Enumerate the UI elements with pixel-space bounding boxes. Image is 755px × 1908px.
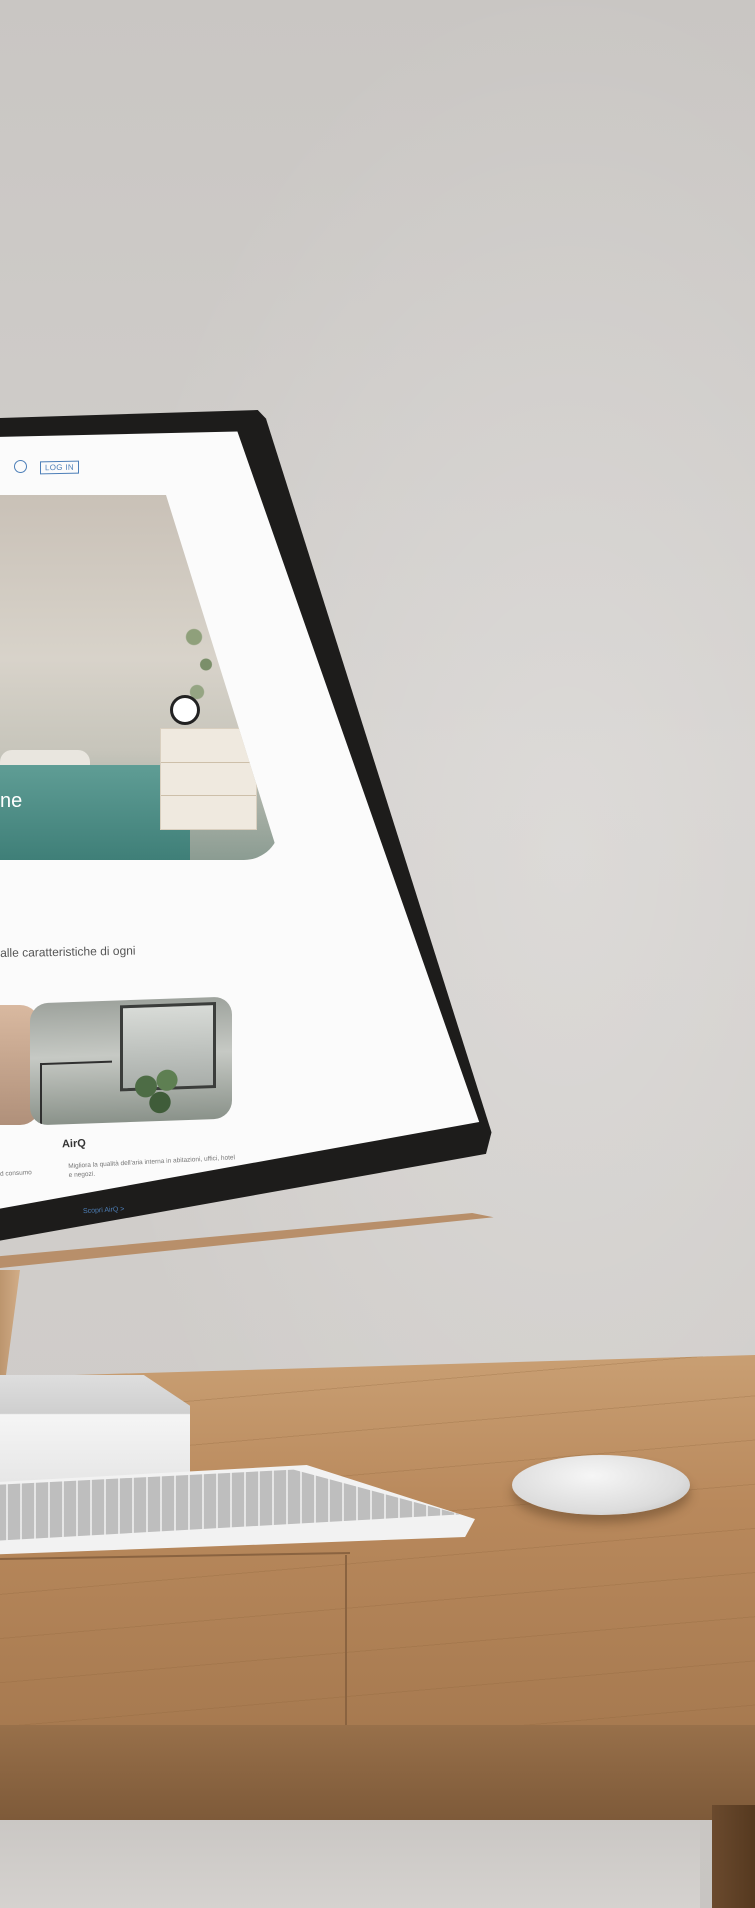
airq-card-image[interactable]	[30, 996, 232, 1126]
desk-leg	[712, 1805, 755, 1908]
dresser-illustration	[160, 728, 257, 830]
desk-seam-vertical	[345, 1555, 347, 1745]
airq-card-title: AirQ	[61, 1137, 87, 1151]
background-wall-below-desk	[0, 1820, 700, 1908]
clock-illustration	[170, 695, 200, 725]
monitor-stand-base	[0, 1375, 190, 1485]
mouse	[512, 1455, 690, 1515]
section-description: alle caratteristiche di ogni	[0, 943, 136, 960]
search-icon[interactable]	[14, 460, 27, 473]
login-button[interactable]: LOG IN	[40, 460, 79, 475]
hero-heading: ne	[0, 790, 23, 812]
shelf-illustration	[40, 1060, 112, 1126]
desk-edge	[0, 1725, 755, 1820]
plant-illustration	[125, 1062, 195, 1121]
